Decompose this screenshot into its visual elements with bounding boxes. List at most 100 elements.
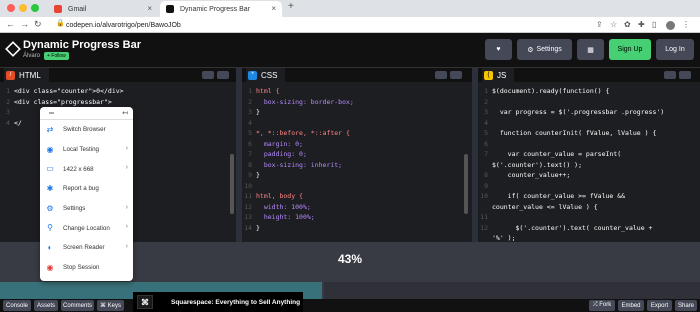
html-pane-label: HTML xyxy=(19,70,41,80)
code-line: $('.counter').text() ); xyxy=(478,160,700,171)
back-icon[interactable]: ← xyxy=(6,19,15,29)
chevron-right-icon: › xyxy=(125,203,128,211)
sidebar-icon[interactable]: ▯ xyxy=(652,20,656,29)
html-pane-header: / HTML xyxy=(0,68,238,82)
window-maximize-button[interactable] xyxy=(31,4,39,12)
lock-icon: 🔒 xyxy=(56,20,65,27)
line-number: 14 xyxy=(244,223,252,232)
heart-button[interactable]: ♥ xyxy=(485,39,512,60)
window-minimize-button[interactable] xyxy=(19,4,27,12)
menu-item-stop-session[interactable]: ◉ Stop Session xyxy=(40,258,133,278)
chevron-right-icon: › xyxy=(125,223,128,231)
code-text: counter_value <= lValue ) { xyxy=(492,202,598,211)
html-pane-collapse-icon[interactable] xyxy=(217,71,229,79)
code-line: 11 html, body { xyxy=(242,191,472,202)
star-icon[interactable]: ☆ xyxy=(610,20,617,29)
html-scrollbar[interactable] xyxy=(230,154,234,214)
code-line: 5 function counterInit( fValue, lValue )… xyxy=(478,128,700,139)
js-code[interactable]: 1 $(document).ready(function() {2 3 var pr… xyxy=(478,82,700,244)
menu-item-change-location[interactable]: ⚲ Change Location › xyxy=(40,218,133,238)
code-line: 8 box-sizing: inherit; xyxy=(242,160,472,171)
session-menu-header: ═ ↤ xyxy=(40,107,133,120)
line-number: 4 xyxy=(6,118,10,127)
tab-dynamic-progress-bar[interactable]: Dynamic Progress Bar × xyxy=(160,1,282,17)
code-text: var counter_value = parseInt( xyxy=(492,150,622,158)
heart-icon: ♥ xyxy=(496,46,501,53)
code-text: html, body { xyxy=(256,192,303,200)
line-number: 10 xyxy=(480,192,488,200)
menu-item-screen-reader[interactable]: ◐ Screen Reader › xyxy=(40,238,133,258)
follow-button[interactable]: + Follow xyxy=(44,52,69,60)
new-tab-button[interactable]: + xyxy=(288,1,294,12)
code-text: counter_value++; xyxy=(492,171,571,179)
url-text: codepen.io/alvarotrigo/pen/BawoJOb xyxy=(66,21,181,29)
pen-author[interactable]: Álvaro xyxy=(23,53,40,59)
line-number: 4 xyxy=(248,118,252,127)
code-text: height: 100%; xyxy=(256,213,315,221)
extensions-puzzle-icon[interactable]: ✚ xyxy=(638,20,645,29)
css-code[interactable]: 1 html {2 box-sizing: border-box; 3} 4 5 *, *… xyxy=(242,82,472,233)
reload-icon[interactable]: ↻ xyxy=(34,19,42,30)
drag-handle-icon[interactable]: ═ xyxy=(49,110,54,117)
code-text: $('.counter').text( counter_value + xyxy=(492,223,653,232)
close-icon[interactable]: × xyxy=(147,4,152,13)
ad-banner[interactable]: ⌘ Squarespace: Everything to Sell Anythi… xyxy=(133,292,303,312)
login-button[interactable]: Log In xyxy=(656,39,694,60)
console-button[interactable]: Console xyxy=(3,300,31,311)
signup-button[interactable]: Sign Up xyxy=(609,39,651,60)
settings-button[interactable]: ⚙ Settings xyxy=(517,39,572,60)
export-button[interactable]: Export xyxy=(647,300,672,311)
comments-button[interactable]: Comments xyxy=(61,300,94,311)
line-number xyxy=(478,202,492,213)
code-text: } xyxy=(256,171,260,179)
css-scrollbar[interactable] xyxy=(464,154,468,214)
window-close-button[interactable] xyxy=(7,4,15,12)
js-pane-tab[interactable]: { JS xyxy=(482,68,515,82)
url-field[interactable]: 🔒 codepen.io/alvarotrigo/pen/BawoJOb xyxy=(56,19,566,31)
fork-button[interactable]: ⤮ Fork xyxy=(589,300,615,311)
menu-item-settings[interactable]: ⚙ Settings › xyxy=(40,199,133,219)
html-pane-settings-icon[interactable] xyxy=(202,71,214,79)
assets-button[interactable]: Assets xyxy=(34,300,58,311)
tab-label: Gmail xyxy=(68,5,87,13)
code-line: 3} xyxy=(242,107,472,118)
tab-gmail[interactable]: Gmail × xyxy=(48,1,158,17)
code-text: box-sizing: border-box; xyxy=(256,97,354,106)
code-text: if( counter_value >= fValue && xyxy=(492,192,626,200)
chevron-right-icon: › xyxy=(125,164,128,172)
share-button[interactable]: Share xyxy=(675,300,697,311)
menu-item-report-a-bug[interactable]: ✱ Report a bug xyxy=(40,179,133,199)
forward-icon[interactable]: → xyxy=(20,19,29,29)
codepen-logo-icon[interactable] xyxy=(5,41,21,57)
code-line: 1 $(document).ready(function() { xyxy=(478,86,700,97)
code-line: 1 html { xyxy=(242,86,472,97)
menu-item-icon: ◐ xyxy=(47,243,53,253)
tab-label: Dynamic Progress Bar xyxy=(180,5,251,13)
js-pane-collapse-icon[interactable] xyxy=(679,71,691,79)
html-pane-tab[interactable]: / HTML xyxy=(4,68,49,82)
menu-item-switch-browser[interactable]: ⇄ Switch Browser xyxy=(40,120,133,140)
collapse-icon[interactable]: ↤ xyxy=(122,109,128,117)
extension-icon[interactable]: ✿ xyxy=(624,20,631,29)
keys-button[interactable]: ⌘ Keys xyxy=(97,300,124,311)
embed-button[interactable]: Embed xyxy=(618,300,644,311)
avatar[interactable] xyxy=(666,21,675,30)
code-line: 9} xyxy=(242,170,472,181)
menu-item-local-testing[interactable]: ◉ Local Testing › xyxy=(40,140,133,160)
css-pane-tab[interactable]: * CSS xyxy=(246,68,286,82)
more-menu-icon[interactable]: ⋮ xyxy=(682,20,690,29)
pen-title: Dynamic Progress Bar xyxy=(23,39,141,51)
js-pane-settings-icon[interactable] xyxy=(664,71,676,79)
menu-item-1422-x-668[interactable]: ▭ 1422 x 668 › xyxy=(40,159,133,179)
code-text: *, *::before, *::after { xyxy=(256,129,350,137)
line-number: 3 xyxy=(484,108,488,116)
close-icon[interactable]: × xyxy=(271,4,276,13)
css-pane-collapse-icon[interactable] xyxy=(450,71,462,79)
share-icon[interactable]: ⇪ xyxy=(596,20,603,29)
layout-button[interactable]: ▦ xyxy=(577,39,604,60)
js-editor-pane: { JS 1 $(document).ready(function() {2 3 v… xyxy=(478,67,700,242)
line-number: 5 xyxy=(484,129,488,137)
js-icon: { xyxy=(484,70,493,80)
line-number: 12 xyxy=(244,202,252,211)
css-pane-settings-icon[interactable] xyxy=(435,71,447,79)
